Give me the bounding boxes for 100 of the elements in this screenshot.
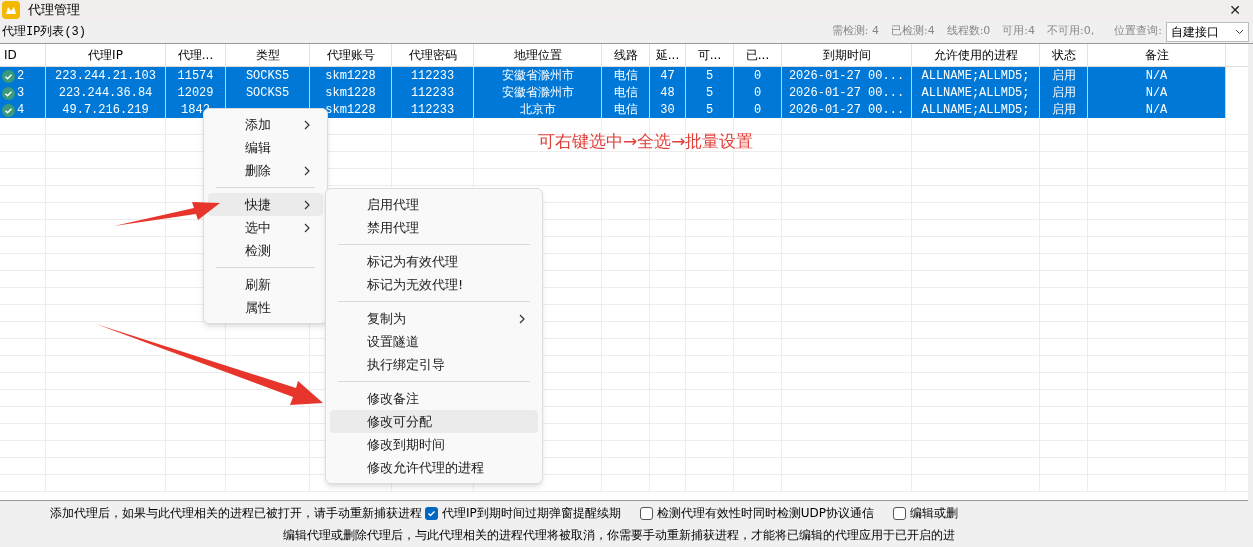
column-header[interactable]: 允许使用的进程 [912,44,1040,66]
table-cell-text: 2 [17,68,25,85]
column-header[interactable]: 到期时间 [782,44,912,66]
footer-note: 编辑代理或删除代理后，与此代理相关的进程代理将被取消，你需要手动重新捕获进程，才能将已编辑的代理应用于已开启的进 [283,527,955,544]
table-cell-text: 223.244.36.84 [58,85,153,102]
table-cell-text: 5 [705,102,714,119]
app-icon [2,1,20,19]
table-cell-text: 112233 [410,85,455,102]
checkbox[interactable] [639,506,653,520]
table-cell-text: 北京市 [519,102,556,119]
checkbox-label: 代理IP到期时间过期弹窗提醒续期 [442,505,621,522]
menu-item[interactable]: 设置隧道 [330,330,538,353]
menu-item[interactable]: 标记为有效代理 [330,250,538,273]
column-header[interactable]: 代理账号 [310,44,392,66]
table-cell-text: 启用 [1051,85,1076,102]
table-cell-text: 48 [660,85,675,102]
location-dropdown[interactable]: 自建接口 [1166,21,1249,42]
table-cell-text: 112233 [410,102,455,119]
table-cell-text: 223.244.21.103 [55,68,156,85]
table-cell-text: ALLNAME;ALLMD5; [921,102,1030,119]
menu-item[interactable]: 属性 [208,296,323,319]
column-header[interactable]: 线路 [602,44,650,66]
check-icon [427,508,436,518]
stat-label: 线程数:0 [946,23,991,40]
stat-label: 已检测:4 [890,23,935,40]
table-cell-text: 30 [660,102,675,119]
table-cell-text: skm1228 [325,68,376,85]
table-cell-text: 5 [705,85,714,102]
table-cell-text: N/A [1145,68,1168,85]
menu-item[interactable]: 快捷 [208,193,323,216]
table-cell-text: 启用 [1051,102,1076,119]
checkbox[interactable] [893,506,907,520]
menu-item[interactable]: 复制为 [330,307,538,330]
menu-item[interactable]: 修改允许代理的进程 [330,456,538,479]
table-cell-text: 3 [17,85,25,102]
column-header[interactable]: 可... [686,44,734,66]
menu-item[interactable]: 修改可分配 [330,410,538,433]
menu-item[interactable]: 检测 [208,239,323,262]
table-cell-text: 启用 [1051,68,1076,85]
table-cell-text: 安徽省滁州市 [501,85,574,102]
close-button[interactable]: ✕ [1229,0,1241,21]
table-cell-text: 安徽省滁州市 [501,68,574,85]
table-cell-text: 0 [753,85,762,102]
table-row[interactable]: 3 223.244.36.84 12029 SOCKS5 skm1228 112233 安徽省滁州市 电信 48 5 0 2026-01-27 00... ALLNAME;ALLMD5; 启用 N/A [0,84,1248,101]
menu-item[interactable]: 删除 [208,159,323,182]
stat-label: 可用:4 [1002,23,1036,40]
checkbox-label: 检测代理有效性时同时检测UDP协议通信 [656,505,875,522]
location-label: 位置查询: [1114,23,1162,40]
menu-item[interactable]: 执行绑定引导 [330,353,538,376]
table-cell-text: 0 [753,68,762,85]
column-header[interactable]: 代理密码 [392,44,474,66]
column-header[interactable]: 类型 [226,44,310,66]
table-cell-text: ALLNAME;ALLMD5; [921,68,1030,85]
menu-item[interactable]: 启用代理 [330,193,538,216]
table-cell-text: 电信 [613,85,638,102]
table-cell-text: 0 [753,102,762,119]
check-circle-icon [2,86,15,100]
table-cell-text: skm1228 [325,85,376,102]
check-circle-icon [2,69,15,83]
table-cell-text: 4 [17,102,25,119]
table-cell-text: 2026-01-27 00... [788,102,905,119]
column-header[interactable]: 地理位置 [474,44,602,66]
list-title: 代理IP列表(3) [2,23,86,41]
column-header[interactable]: 代理IP [46,44,166,66]
column-header[interactable]: ID [0,44,46,66]
table-cell-text: 电信 [613,68,638,85]
table-cell-text: 2026-01-27 00... [788,68,905,85]
column-header[interactable]: 备注 [1088,44,1226,66]
stat-label: 需检测: 4 [831,23,879,40]
table-cell-text: 电信 [613,102,638,119]
annotation-text: 可右键选中→全选→批量设置 [538,130,754,153]
table-cell-text: 2026-01-27 00... [788,85,905,102]
table-cell-text: 5 [705,68,714,85]
table-cell-text: 112233 [410,68,455,85]
column-header[interactable]: 状态 [1040,44,1088,66]
table-cell-text: 49.7.216.219 [62,102,149,119]
table-cell-text: 11574 [177,68,214,85]
window-title: 代理管理 [28,1,80,20]
table-cell-text: ALLNAME;ALLMD5; [921,85,1030,102]
table-cell-text: SOCKS5 [245,68,290,85]
table-cell-text: skm1228 [325,102,376,119]
column-header[interactable]: 代理... [166,44,226,66]
checkbox[interactable] [425,506,438,520]
menu-item[interactable]: 标记为无效代理! [330,273,538,296]
menu-item[interactable]: 编辑 [208,136,323,159]
table-cell-text: 47 [660,68,675,85]
menu-item[interactable]: 选中 [208,216,323,239]
column-header[interactable]: 延... [650,44,686,66]
checkbox-label: 编辑或删 [910,505,959,522]
menu-item[interactable]: 修改到期时间 [330,433,538,456]
menu-item[interactable]: 刷新 [208,273,323,296]
table-cell-text: N/A [1145,102,1168,119]
table-cell-text: 12029 [177,85,214,102]
stat-label: 不可用:0, [1047,23,1095,40]
column-header[interactable]: 已... [734,44,782,66]
menu-item[interactable]: 禁用代理 [330,216,538,239]
table-row[interactable]: 2 223.244.21.103 11574 SOCKS5 skm1228 112233 安徽省滁州市 电信 47 5 0 2026-01-27 00... ALLNAME;ALLMD5; 启用 N/A [0,67,1248,84]
table-cell-text: SOCKS5 [245,85,290,102]
menu-item[interactable]: 修改备注 [330,387,538,410]
table-cell-text: N/A [1145,85,1168,102]
